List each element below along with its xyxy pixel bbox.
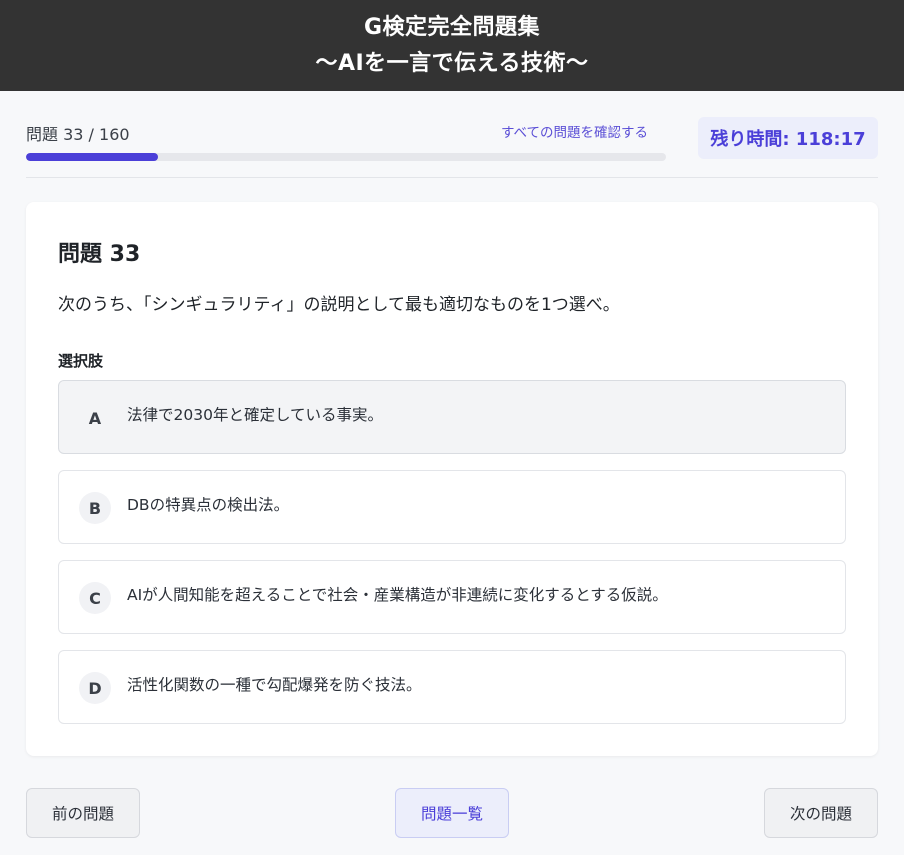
choice-text: 活性化関数の一種で勾配爆発を防ぐ技法。 [127, 676, 422, 694]
question-card: 問題 33 次のうち、「シンギュラリティ」の説明として最も適切なものを1つ選べ。… [26, 202, 878, 756]
choice-letter: C [79, 582, 111, 614]
progress-bar [26, 153, 666, 161]
previous-question-button[interactable]: 前の問題 [26, 788, 140, 838]
choice-c[interactable]: C AIが人間知能を超えることで社会・産業構造が非連続に変化するとする仮説。 [58, 560, 846, 634]
choice-letter: A [88, 408, 102, 428]
next-question-button[interactable]: 次の問題 [764, 788, 878, 838]
progress-bar-fill [26, 153, 159, 161]
app-title-line1: G検定完全問題集 [363, 14, 541, 40]
app-title-line2: 〜AIを一言で伝える技術〜 [315, 50, 589, 76]
remaining-time-badge: 残り時間: 118:17 [698, 117, 878, 159]
question-list-button[interactable]: 問題一覧 [395, 788, 509, 838]
choice-letter: D [79, 672, 111, 704]
choice-b[interactable]: B DBの特異点の検出法。 [58, 470, 846, 544]
choice-d[interactable]: D 活性化関数の一種で勾配爆発を防ぐ技法。 [58, 650, 846, 724]
choices-heading: 選択肢 [58, 352, 104, 370]
choice-a[interactable]: A 法律で2030年と確定している事実。 [58, 380, 846, 454]
progress-area: 問題 33 / 160 すべての問題を確認する 残り時間: 118:17 [26, 91, 878, 178]
choice-letter: B [79, 492, 111, 524]
question-counter: 問題 33 / 160 [26, 125, 130, 144]
question-text: 次のうち、「シンギュラリティ」の説明として最も適切なものを1つ選べ。 [58, 295, 620, 315]
choice-text: DBの特異点の検出法。 [127, 496, 290, 514]
question-title: 問題 33 [58, 242, 141, 267]
choice-text: AIが人間知能を超えることで社会・産業構造が非連続に変化するとする仮説。 [127, 586, 668, 604]
view-all-questions-link[interactable]: すべての問題を確認する [501, 121, 648, 141]
app-header: G検定完全問題集 〜AIを一言で伝える技術〜 [0, 0, 904, 91]
choice-text: 法律で2030年と確定している事実。 [127, 406, 383, 424]
